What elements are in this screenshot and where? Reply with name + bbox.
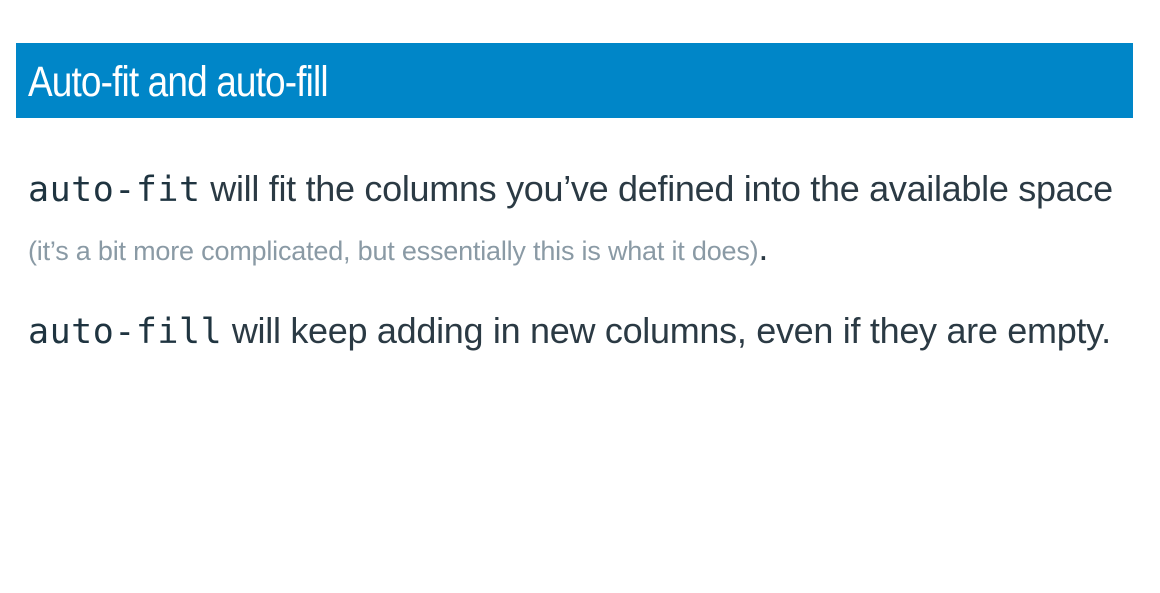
paragraph-auto-fit: auto-fit will fit the columns you’ve def… <box>28 160 1128 280</box>
slide-title-bar: Auto-fit and auto-fill <box>16 43 1133 118</box>
code-auto-fit: auto-fit <box>28 170 201 210</box>
slide-title: Auto-fit and auto-fill <box>28 58 329 106</box>
paragraph-auto-fill: auto-fill will keep adding in new column… <box>28 302 1128 361</box>
slide-content: auto-fit will fit the columns you’ve def… <box>28 160 1128 361</box>
code-auto-fill: auto-fill <box>28 312 223 352</box>
paragraph-auto-fit-end: . <box>758 227 769 268</box>
paragraph-auto-fill-text: will keep adding in new columns, even if… <box>222 310 1111 351</box>
paragraph-auto-fit-aside: (it’s a bit more complicated, but essent… <box>28 236 759 266</box>
paragraph-auto-fit-text: will fit the columns you’ve defined into… <box>200 168 1113 209</box>
